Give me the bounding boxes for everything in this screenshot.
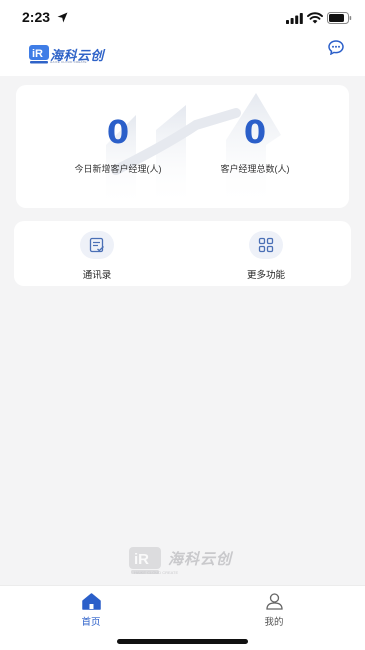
new-managers-today-label: 今日新增客户经理(人) xyxy=(74,164,162,174)
home-icon xyxy=(82,593,101,610)
contacts-icon xyxy=(89,237,104,253)
cellular-signal-icon xyxy=(286,13,303,24)
stats-card: 0 今日新增客户经理(人) 0 客户经理总数(人) xyxy=(16,85,349,208)
tab-mine[interactable]: 我的 xyxy=(214,586,334,636)
home-indicator xyxy=(117,639,248,644)
app-header: iR 海科云创 HAIKE CLOUD CREATE xyxy=(0,36,365,76)
contacts-button[interactable]: 通讯录 xyxy=(47,221,147,286)
user-icon xyxy=(266,593,283,610)
wifi-icon xyxy=(307,12,323,24)
battery-icon xyxy=(327,12,352,24)
watermark-subtitle: HAIKE CLOUD CREATE xyxy=(134,570,179,575)
status-bar: 2:23 xyxy=(0,0,365,36)
more-functions-label: 更多功能 xyxy=(246,270,285,281)
svg-text:iR: iR xyxy=(134,551,149,568)
new-managers-today-value: 0 xyxy=(106,113,130,151)
grid-icon xyxy=(258,237,274,253)
location-arrow-icon xyxy=(57,12,68,23)
tab-home[interactable]: 首页 xyxy=(31,586,151,636)
more-functions-icon-wrap xyxy=(249,231,283,259)
total-managers-value: 0 xyxy=(243,113,267,151)
more-functions-button[interactable]: 更多功能 xyxy=(216,221,316,286)
contacts-label: 通讯录 xyxy=(82,270,112,281)
haike-logo-icon: iR xyxy=(29,45,49,64)
contacts-icon-wrap xyxy=(80,231,114,259)
watermark-text: 海科云创 xyxy=(168,551,233,568)
total-managers-label: 客户经理总数(人) xyxy=(220,164,290,174)
chat-bubble-icon[interactable] xyxy=(328,40,344,55)
logo-subtitle: HAIKE CLOUD CREATE xyxy=(50,60,87,64)
tab-mine-label: 我的 xyxy=(264,617,284,628)
svg-text:iR: iR xyxy=(32,48,43,60)
tab-home-label: 首页 xyxy=(81,617,101,628)
status-time: 2:23 xyxy=(22,9,51,25)
function-card: 通讯录 更多功能 xyxy=(14,221,351,286)
